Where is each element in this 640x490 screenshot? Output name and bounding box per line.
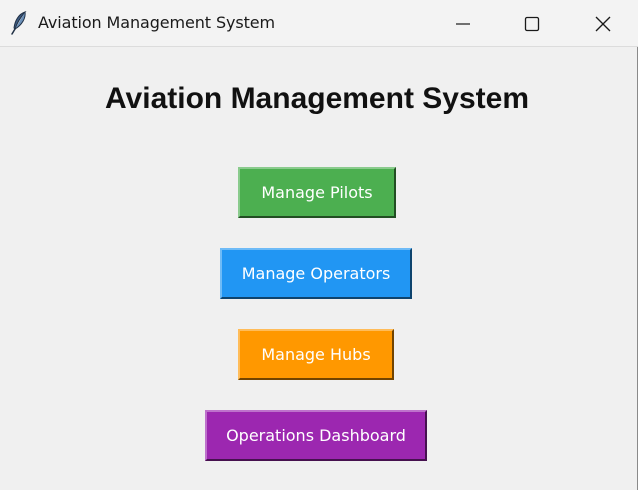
- manage-operators-label: Manage Operators: [241, 264, 391, 283]
- title-bar[interactable]: Aviation Management System: [0, 0, 638, 47]
- close-icon: [594, 15, 612, 33]
- operations-dashboard-label: Operations Dashboard: [226, 426, 406, 445]
- manage-pilots-label: Manage Pilots: [261, 183, 373, 202]
- minimize-button[interactable]: [428, 0, 498, 47]
- operations-dashboard-button[interactable]: Operations Dashboard: [205, 410, 427, 461]
- feather-icon: [10, 10, 28, 35]
- manage-operators-button[interactable]: Manage Operators: [220, 248, 412, 299]
- maximize-button[interactable]: [497, 0, 567, 47]
- manage-hubs-label: Manage Hubs: [261, 345, 371, 364]
- maximize-icon: [524, 16, 540, 32]
- window-title: Aviation Management System: [38, 13, 276, 32]
- minimize-icon: [455, 16, 471, 32]
- page-title: Aviation Management System: [105, 82, 529, 115]
- app-window: Aviation Management System Aviation Mana…: [0, 0, 638, 490]
- manage-pilots-button[interactable]: Manage Pilots: [238, 167, 396, 218]
- close-button[interactable]: [568, 0, 638, 47]
- manage-hubs-button[interactable]: Manage Hubs: [238, 329, 394, 380]
